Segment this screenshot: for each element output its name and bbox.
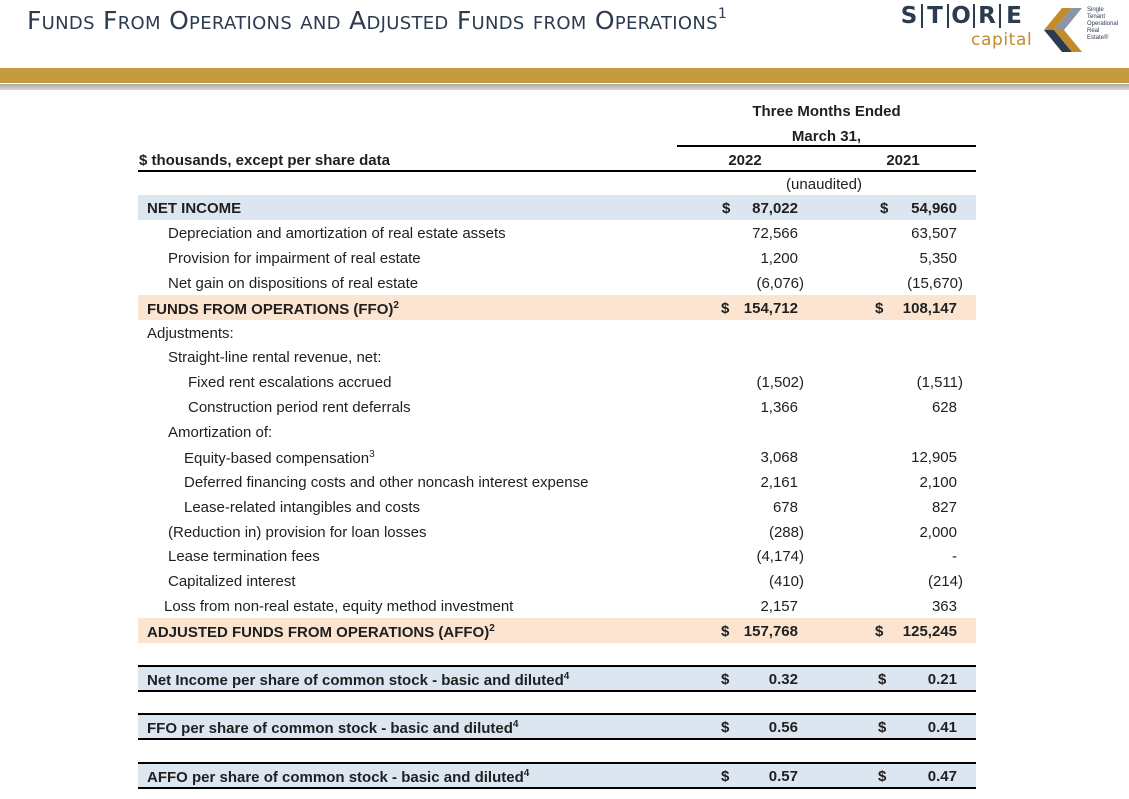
currency-symbol: $ <box>721 719 730 736</box>
row-label: ADJUSTED FUNDS FROM OPERATIONS (AFFO)2 <box>147 623 495 641</box>
footnote-marker: 3 <box>369 449 375 460</box>
value-2021: 5,350 <box>919 250 957 267</box>
value-2022: 2,157 <box>760 598 798 615</box>
row-label: Straight-line rental revenue, net: <box>168 349 382 366</box>
value-2021: 0.47 <box>927 768 957 785</box>
value-2022: 1,366 <box>760 399 798 416</box>
value-2022: (1,502) <box>756 374 804 391</box>
row-label: Loss from non-real estate, equity method… <box>164 598 514 615</box>
row-label: Fixed rent escalations accrued <box>188 374 392 391</box>
currency-symbol: $ <box>878 719 887 736</box>
row-label: NET INCOME <box>147 200 242 217</box>
column-header-rule <box>138 170 976 172</box>
value-2022: 0.32 <box>768 671 798 688</box>
value-2021: 628 <box>931 399 957 416</box>
footnote-marker: 2 <box>393 300 399 311</box>
value-2022: 0.56 <box>768 719 798 736</box>
currency-symbol: $ <box>721 623 730 640</box>
value-2021: 2,000 <box>919 524 957 541</box>
value-2021: 63,507 <box>911 225 957 242</box>
value-2022: (4,174) <box>756 548 804 565</box>
value-2022: 3,068 <box>760 449 798 466</box>
row-label-header: $ thousands, except per share data <box>139 152 390 169</box>
value-2021: 125,245 <box>902 623 957 640</box>
row-label-text: FUNDS FROM OPERATIONS (FFO) <box>147 301 394 318</box>
value-2021: 12,905 <box>911 449 957 466</box>
row-label: Amortization of: <box>168 424 273 441</box>
currency-symbol: $ <box>721 768 730 785</box>
footnote-marker: 4 <box>512 719 519 730</box>
value-2022: 72,566 <box>752 225 798 242</box>
value-2021: (214) <box>927 573 963 590</box>
currency-symbol: $ <box>878 768 887 785</box>
unaudited-label: (unaudited) <box>786 176 862 193</box>
row-label: FUNDS FROM OPERATIONS (FFO)2 <box>147 300 399 318</box>
currency-symbol: $ <box>875 623 884 640</box>
value-2021: 827 <box>931 499 957 516</box>
row-label: Provision for impairment of real estate <box>168 250 421 267</box>
value-2021: 54,960 <box>911 200 957 217</box>
value-2022: 87,022 <box>752 200 798 217</box>
currency-symbol: $ <box>722 200 731 217</box>
financial-table: Three Months Ended March 31, $ thousands… <box>0 0 1129 799</box>
year-header-2021: 2021 <box>886 152 920 169</box>
value-2021: 2,100 <box>919 474 957 491</box>
value-2021: 108,147 <box>902 300 957 317</box>
row-label: Deferred financing costs and other nonca… <box>184 474 589 491</box>
value-2021: (1,511) <box>916 374 963 391</box>
value-2022: 0.57 <box>768 768 798 785</box>
per-share-label-text: AFFO per share of common stock - basic a… <box>147 769 524 786</box>
row-label: Equity-based compensation3 <box>184 449 375 467</box>
value-2021: - <box>952 548 957 565</box>
per-share-label-text: Net Income per share of common stock - b… <box>147 672 564 689</box>
footnote-marker: 4 <box>563 671 570 682</box>
period-header-rule <box>677 145 976 147</box>
year-header-2022: 2022 <box>728 152 762 169</box>
net-income-row-band <box>138 195 976 220</box>
row-label: Capitalized interest <box>168 573 296 590</box>
value-2022: 154,712 <box>743 300 798 317</box>
currency-symbol: $ <box>880 200 889 217</box>
value-2021: 363 <box>931 598 957 615</box>
row-label: Net gain on dispositions of real estate <box>168 275 419 292</box>
row-label-text: ADJUSTED FUNDS FROM OPERATIONS (AFFO) <box>147 624 490 641</box>
currency-symbol: $ <box>875 300 884 317</box>
row-label: Lease-related intangibles and costs <box>184 499 420 516</box>
row-label: Depreciation and amortization of real es… <box>168 225 506 242</box>
value-2021: 0.41 <box>927 719 957 736</box>
footnote-marker: 4 <box>523 768 530 779</box>
value-2021: 0.21 <box>927 671 957 688</box>
row-label: Construction period rent deferrals <box>188 399 411 416</box>
per-share-label: AFFO per share of common stock - basic a… <box>147 768 529 786</box>
value-2022: 157,768 <box>743 623 798 640</box>
currency-symbol: $ <box>878 671 887 688</box>
per-share-label: FFO per share of common stock - basic an… <box>147 719 518 737</box>
currency-symbol: $ <box>721 671 730 688</box>
value-2022: 2,161 <box>760 474 798 491</box>
value-2022: 678 <box>772 499 798 516</box>
value-2021: (15,670) <box>907 275 963 292</box>
row-label: Adjustments: <box>147 325 234 342</box>
value-2022: (6,076) <box>756 275 804 292</box>
row-label-text: Equity-based compensation <box>184 450 370 467</box>
footnote-marker: 2 <box>489 623 495 634</box>
period-header-line-2: March 31, <box>791 128 862 145</box>
currency-symbol: $ <box>721 300 730 317</box>
per-share-label-text: FFO per share of common stock - basic an… <box>147 720 513 737</box>
row-label: Lease termination fees <box>168 548 320 565</box>
row-label: (Reduction in) provision for loan losses <box>168 524 427 541</box>
per-share-label: Net Income per share of common stock - b… <box>147 671 569 689</box>
value-2022: (410) <box>768 573 804 590</box>
value-2022: (288) <box>768 524 804 541</box>
value-2022: 1,200 <box>760 250 798 267</box>
period-header-line-1: Three Months Ended <box>752 103 901 120</box>
